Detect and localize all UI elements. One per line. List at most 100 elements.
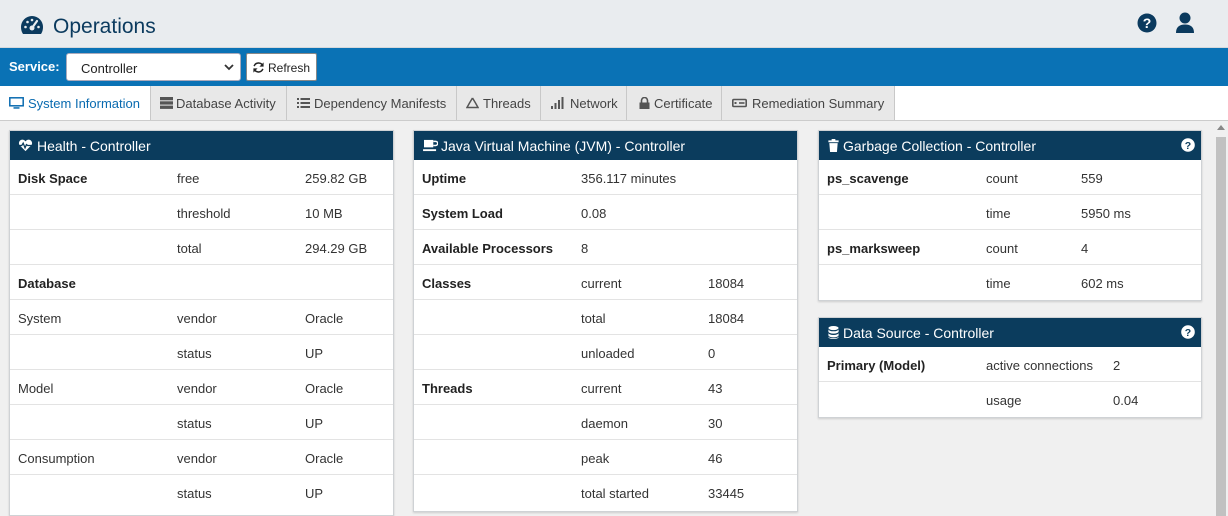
row-key: status: [177, 416, 212, 431]
row-value: UP: [305, 416, 324, 431]
tab-network[interactable]: Network: [541, 86, 627, 120]
row-key: count: [986, 171, 1018, 186]
chevron-down-icon: [224, 64, 234, 71]
row-value: 0.04: [1113, 393, 1139, 408]
row-value: 259.82 GB: [305, 171, 368, 186]
table-row: status UP: [10, 335, 393, 370]
vertical-scrollbar[interactable]: [1214, 121, 1228, 516]
row-label: Disk Space: [18, 171, 88, 186]
server-icon: [160, 97, 173, 109]
tab-threads[interactable]: Threads: [457, 86, 541, 120]
tab-database-activity[interactable]: Database Activity: [151, 86, 287, 120]
row-value: UP: [305, 346, 324, 361]
table-row: Classes current 18084: [414, 265, 797, 300]
table-row: ps_scavenge count 559: [819, 160, 1201, 195]
tab-label: Certificate: [654, 96, 713, 111]
table-row: Threads current 43: [414, 370, 797, 405]
tab-certificate[interactable]: Certificate: [627, 86, 722, 120]
refresh-button[interactable]: Refresh: [246, 53, 317, 81]
row-value: Oracle: [305, 451, 344, 466]
tab-remediation-summary[interactable]: Remediation Summary: [722, 86, 895, 120]
table-row: daemon 30: [414, 405, 797, 440]
row-key: 356.117 minutes: [581, 171, 677, 186]
row-label: Uptime: [422, 171, 467, 186]
service-label: Service:: [9, 59, 60, 74]
row-label: Database: [18, 276, 76, 291]
dashboard-gauge-icon: [21, 16, 43, 34]
svg-text:?: ?: [1185, 327, 1191, 339]
row-key: 0.08: [581, 206, 607, 221]
row-value: 43: [708, 381, 723, 396]
row-value: Oracle: [305, 381, 344, 396]
row-key: status: [177, 346, 212, 361]
user-icon[interactable]: [1175, 12, 1195, 34]
list-icon: [297, 98, 310, 108]
tab-system-information[interactable]: System Information: [0, 86, 151, 120]
table-row: Disk Space free 259.82 GB: [10, 160, 393, 195]
row-key: unloaded: [581, 346, 635, 361]
row-key: free: [177, 171, 200, 186]
help-icon[interactable]: ?: [1137, 13, 1157, 33]
table-row: Database: [10, 265, 393, 300]
row-key: total: [177, 241, 202, 256]
database-icon: [828, 326, 839, 339]
table-row: Primary (Model) active connections 2: [819, 347, 1201, 382]
row-label: Consumption: [18, 451, 95, 466]
table-row: total 18084: [414, 300, 797, 335]
coffee-cup-icon: [423, 139, 438, 152]
row-value: 18084: [708, 311, 745, 326]
row-key: status: [177, 486, 212, 501]
row-key: peak: [581, 451, 610, 466]
help-icon[interactable]: ?: [1181, 138, 1195, 152]
table-row: Model vendor Oracle: [10, 370, 393, 405]
row-value: UP: [305, 486, 324, 501]
garbage-collection-panel: Garbage Collection - Controller ? ps_sca…: [818, 130, 1202, 301]
page-title: Operations: [53, 15, 156, 38]
row-key: 8: [581, 241, 589, 256]
panel-header: Garbage Collection - Controller ?: [819, 131, 1201, 160]
tab-label: System Information: [28, 96, 140, 111]
row-value: 294.29 GB: [305, 241, 368, 256]
table-row: Uptime 356.117 minutes: [414, 160, 797, 195]
panel-header: Data Source - Controller ?: [819, 318, 1201, 347]
lock-icon: [639, 97, 650, 109]
table-row: unloaded 0: [414, 335, 797, 370]
row-key: total: [581, 311, 606, 326]
row-value: 46: [708, 451, 723, 466]
svg-text:?: ?: [1143, 15, 1152, 31]
row-key: vendor: [177, 311, 217, 326]
row-value: 5950 ms: [1081, 206, 1131, 221]
scroll-up-arrow-icon[interactable]: [1217, 125, 1225, 130]
scrollbar-thumb[interactable]: [1216, 137, 1226, 516]
heartbeat-icon: [18, 139, 33, 152]
panel-title: Java Virtual Machine (JVM) - Controller: [441, 138, 686, 154]
table-row: status UP: [10, 475, 393, 510]
app-header: Operations ?: [0, 0, 1228, 48]
table-row: peak 46: [414, 440, 797, 475]
service-select[interactable]: Controller: [66, 53, 241, 81]
row-value: 0: [708, 346, 716, 361]
recycle-icon: [466, 97, 479, 109]
row-value: 30: [708, 416, 723, 431]
table-row: System vendor Oracle: [10, 300, 393, 335]
row-label: Available Processors: [422, 241, 554, 256]
panel-title: Health - Controller: [37, 138, 151, 154]
row-value: 559: [1081, 171, 1103, 186]
monitor-icon: [9, 97, 24, 109]
health-panel: Health - Controller Disk Space free 259.82…: [9, 130, 394, 516]
table-row: status UP: [10, 405, 393, 440]
signal-icon: [551, 97, 564, 109]
tab-dependency-manifests[interactable]: Dependency Manifests: [287, 86, 457, 120]
service-select-value: Controller: [81, 61, 138, 76]
row-key: total started: [581, 486, 649, 501]
tab-label: Network: [570, 96, 618, 111]
refresh-icon: [253, 62, 264, 73]
panel-title: Data Source - Controller: [843, 325, 994, 341]
jvm-panel: Java Virtual Machine (JVM) - Controller …: [413, 130, 798, 512]
help-icon[interactable]: ?: [1181, 325, 1195, 339]
svg-text:?: ?: [1185, 140, 1191, 152]
row-value: Oracle: [305, 311, 344, 326]
trash-icon: [828, 139, 839, 152]
table-row: System Load 0.08: [414, 195, 797, 230]
table-row: Consumption vendor Oracle: [10, 440, 393, 475]
